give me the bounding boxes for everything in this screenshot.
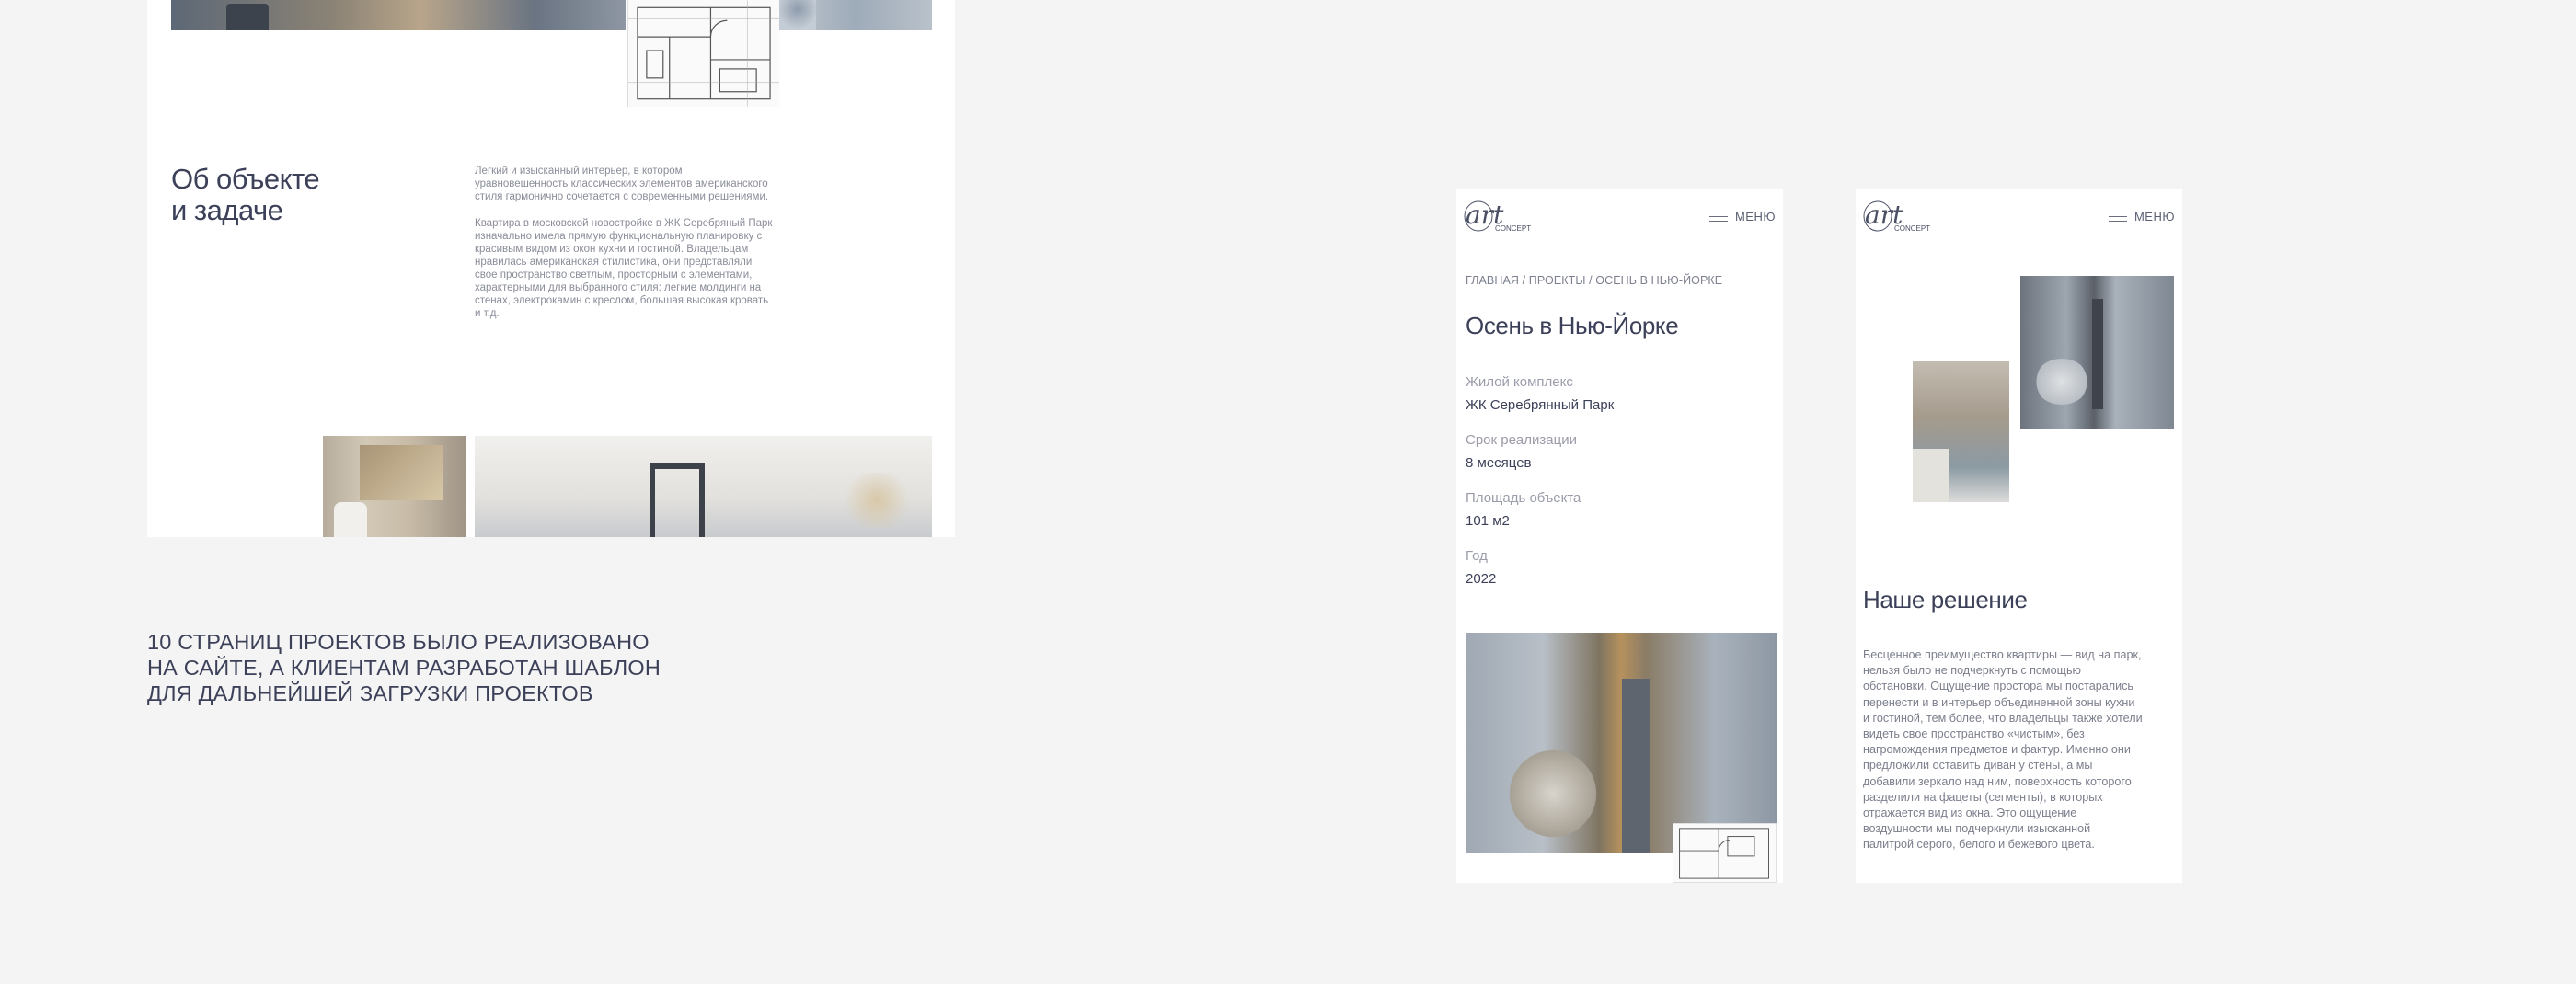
logo-subtext: CONCEPT [1495, 224, 1531, 233]
menu-label: МЕНЮ [2133, 210, 2175, 223]
kitchen-living-photo [1466, 633, 1777, 853]
menu-label: МЕНЮ [1734, 210, 1776, 223]
floor-plan-image [627, 0, 779, 107]
spec-value: ЖК Серебрянный Парк [1466, 397, 1615, 413]
spec-duration: Срок реализации 8 месяцев [1466, 432, 1577, 471]
bedroom-nightstand-photo [1913, 361, 2009, 502]
menu-button[interactable]: МЕНЮ [1708, 210, 1776, 223]
spec-label: Срок реализации [1466, 432, 1577, 448]
project-title: Осень в Нью-Йорке [1466, 312, 1679, 339]
mobile-project-page: art CONCEPT МЕНЮ ГЛАВНАЯ / ПРОЕКТЫ / ОСЕ… [1456, 189, 1783, 883]
spec-value: 8 месяцев [1466, 455, 1532, 471]
spec-label: Год [1466, 548, 1488, 564]
about-title-line1: Об объекте [171, 163, 320, 195]
spec-year: Год 2022 [1466, 548, 1496, 587]
living-room-photo [779, 0, 932, 30]
spec-residential-complex: Жилой комплекс ЖК Серебрянный Парк [1466, 374, 1614, 413]
breadcrumb[interactable]: ГЛАВНАЯ / ПРОЕКТЫ / ОСЕНЬ В НЬЮ-ЙОРКЕ [1466, 274, 1722, 287]
about-title-line2: и задаче [171, 194, 283, 226]
solution-title: Наше решение [1863, 586, 2028, 613]
mobile-solution-page: art CONCEPT МЕНЮ Наше решение Бесценное … [1856, 189, 2182, 883]
menu-button[interactable]: МЕНЮ [2108, 210, 2175, 223]
about-paragraph-details: Квартира в московской новостройке в ЖК С… [475, 218, 773, 319]
caption-line2: НА САЙТЕ, А КЛИЕНТАМ РАЗРАБОТАН ШАБЛОН [147, 656, 661, 680]
ceiling-lights-photo [475, 436, 932, 537]
living-room-mirror-photo [2020, 276, 2174, 429]
spec-value: 101 м2 [1466, 513, 1510, 529]
hamburger-icon [1708, 212, 1728, 222]
mobile-header: art CONCEPT МЕНЮ [1464, 196, 1776, 236]
about-section-title: Об объекте и задаче [171, 163, 320, 226]
hamburger-icon [2108, 212, 2127, 222]
solution-text: Бесценное преимущество квартиры — вид на… [1863, 648, 2143, 852]
art-concept-logo[interactable]: art CONCEPT [1464, 196, 1537, 236]
project-caption: 10 СТРАНИЦ ПРОЕКТОВ БЫЛО РЕАЛИЗОВАНО НА … [147, 629, 661, 706]
desktop-page-mockup: Об объекте и задаче Легкий и изысканный … [147, 0, 955, 537]
caption-line1: 10 СТРАНИЦ ПРОЕКТОВ БЫЛО РЕАЛИЗОВАНО [147, 630, 650, 654]
caption-line3: ДЛЯ ДАЛЬНЕЙШЕЙ ЗАГРУЗКИ ПРОЕКТОВ [147, 681, 593, 705]
logo-subtext: CONCEPT [1894, 224, 1930, 233]
dining-room-photo [171, 0, 626, 30]
spec-value: 2022 [1466, 571, 1497, 587]
mobile-floor-plan-image [1673, 823, 1777, 883]
mobile-header: art CONCEPT МЕНЮ [1863, 196, 2175, 236]
spec-label: Площадь объекта [1466, 490, 1581, 506]
spec-label: Жилой комплекс [1466, 374, 1573, 390]
mobile-floor-plan-drawing [1679, 828, 1769, 879]
art-concept-logo[interactable]: art CONCEPT [1863, 196, 1937, 236]
bedroom-photo [323, 436, 466, 537]
spec-area: Площадь объекта 101 м2 [1466, 490, 1581, 529]
floor-plan-drawing [628, 0, 779, 107]
about-paragraph-intro: Легкий и изысканный интерьер, в котором … [475, 166, 769, 202]
